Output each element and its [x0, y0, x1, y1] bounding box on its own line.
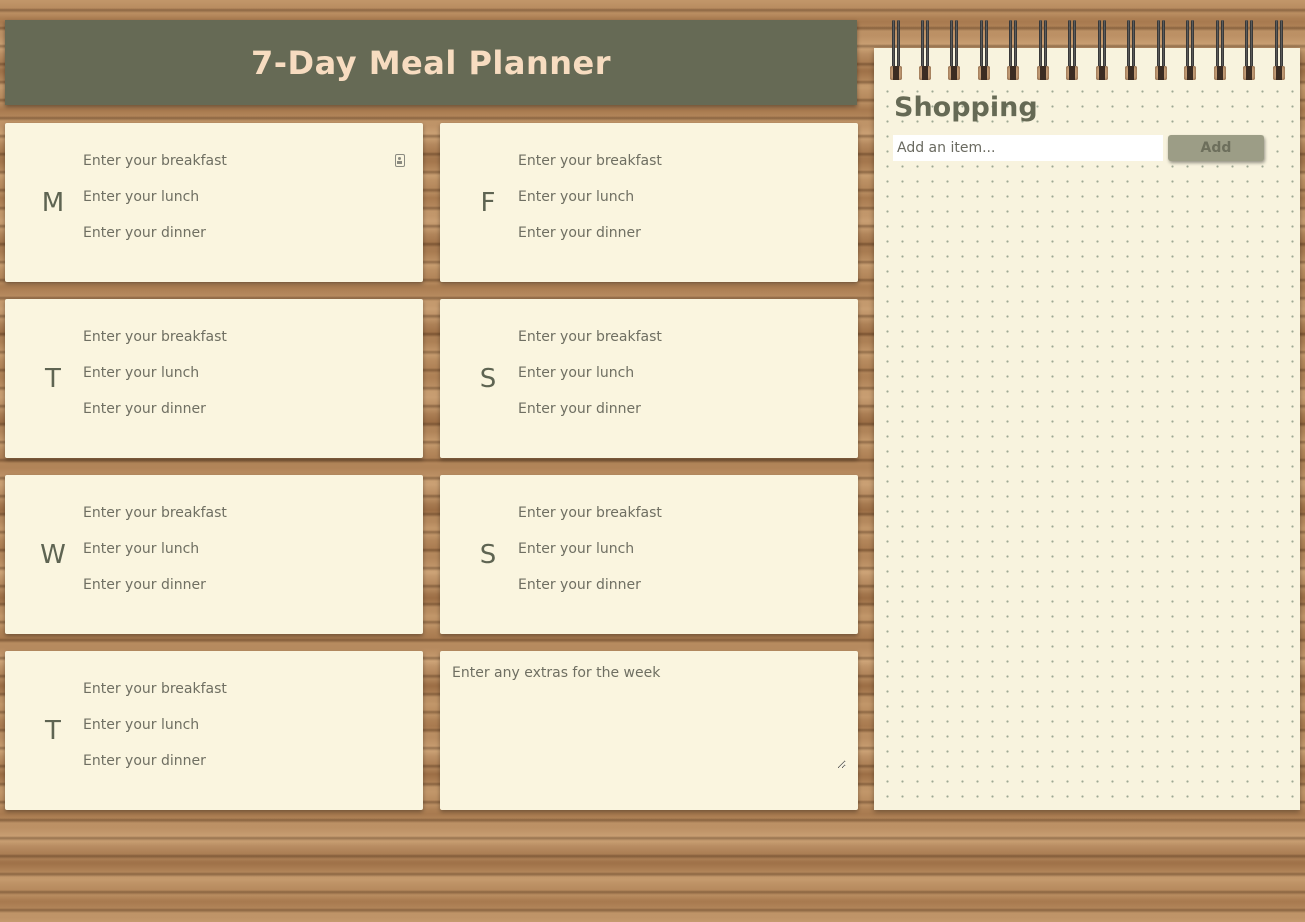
add-item-button[interactable]: Add	[1168, 135, 1264, 161]
day-card-thursday: T	[5, 651, 423, 810]
breakfast-input[interactable]	[518, 149, 818, 173]
shopping-title: Shopping	[894, 92, 1038, 123]
day-card-saturday: S	[440, 299, 858, 458]
lunch-input[interactable]	[83, 185, 383, 209]
spiral-ring	[1096, 20, 1108, 82]
breakfast-input[interactable]	[83, 325, 383, 349]
lunch-input[interactable]	[83, 537, 383, 561]
spiral-ring	[1214, 20, 1226, 82]
spiral-ring	[890, 20, 902, 82]
lunch-input[interactable]	[518, 537, 818, 561]
spiral-binding	[885, 20, 1295, 84]
spiral-ring	[1007, 20, 1019, 82]
breakfast-input[interactable]	[518, 501, 818, 525]
lunch-input[interactable]	[83, 713, 383, 737]
dinner-input[interactable]	[518, 221, 818, 245]
day-letter: W	[40, 539, 66, 570]
day-letter: M	[41, 187, 65, 218]
spiral-ring	[1066, 20, 1078, 82]
lunch-input[interactable]	[518, 185, 818, 209]
extras-card	[440, 651, 858, 810]
breakfast-input[interactable]	[83, 501, 383, 525]
spiral-ring	[1037, 20, 1049, 82]
day-letter: F	[480, 187, 496, 218]
dinner-input[interactable]	[83, 221, 383, 245]
dinner-input[interactable]	[83, 573, 383, 597]
breakfast-input[interactable]	[518, 325, 818, 349]
dinner-input[interactable]	[83, 397, 383, 421]
page-title: 7-Day Meal Planner	[250, 43, 612, 82]
spiral-ring	[1125, 20, 1137, 82]
spiral-ring	[1184, 20, 1196, 82]
lunch-input[interactable]	[518, 361, 818, 385]
day-card-tuesday: T	[5, 299, 423, 458]
day-card-wednesday: W	[5, 475, 423, 634]
dinner-input[interactable]	[518, 397, 818, 421]
breakfast-input[interactable]	[83, 149, 383, 173]
day-letter: S	[479, 363, 497, 394]
spiral-ring	[1155, 20, 1167, 82]
day-card-sunday: S	[440, 475, 858, 634]
spiral-ring	[978, 20, 990, 82]
lunch-input[interactable]	[83, 361, 383, 385]
spiral-ring	[1243, 20, 1255, 82]
breakfast-input[interactable]	[83, 677, 383, 701]
extras-textarea[interactable]	[452, 665, 846, 769]
header-bar: 7-Day Meal Planner	[5, 20, 857, 105]
spiral-ring	[1273, 20, 1285, 82]
day-letter: T	[45, 363, 61, 394]
contact-card-icon[interactable]	[395, 154, 405, 167]
shopping-notepad: Shopping Add	[874, 48, 1300, 810]
day-letter: T	[45, 715, 61, 746]
spiral-ring	[948, 20, 960, 82]
day-card-monday: M	[5, 123, 423, 282]
dinner-input[interactable]	[518, 573, 818, 597]
day-letter: S	[479, 539, 497, 570]
day-card-friday: F	[440, 123, 858, 282]
dinner-input[interactable]	[83, 749, 383, 773]
spiral-ring	[919, 20, 931, 82]
shopping-item-input[interactable]	[893, 135, 1163, 161]
